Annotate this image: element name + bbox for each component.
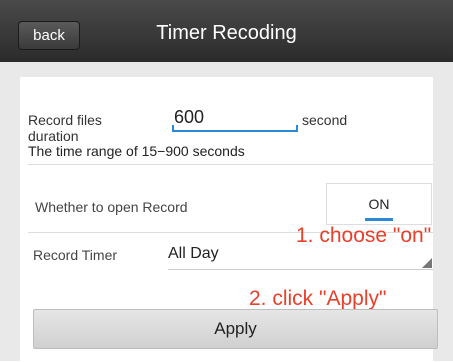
annotation-step2: 2. click "Apply" (249, 287, 387, 310)
dropdown-corner-icon[interactable] (422, 258, 432, 268)
page-title: Timer Recoding (156, 22, 297, 44)
settings-card: Record files duration 600 second The tim… (20, 77, 438, 362)
record-timer-select[interactable]: All Day (168, 245, 433, 269)
open-record-toggle[interactable]: ON (326, 183, 432, 225)
title-bar: back Timer Recoding (0, 0, 453, 62)
duration-label: Record files duration (28, 112, 102, 144)
divider (28, 164, 433, 165)
open-record-toggle-value: ON (368, 196, 390, 212)
toggle-indicator (365, 218, 393, 221)
duration-input-tick-left (172, 125, 174, 132)
content-area: Record files duration 600 second The tim… (0, 62, 453, 362)
apply-button[interactable]: Apply (33, 309, 438, 349)
range-hint: The time range of 15−900 seconds (28, 143, 245, 159)
record-timer-underline (168, 269, 433, 270)
record-timer-label: Record Timer (33, 247, 118, 263)
duration-unit: second (302, 112, 348, 128)
duration-input-underline (172, 130, 298, 132)
open-record-label: Whether to open Record (35, 199, 188, 215)
duration-input-tick-right (296, 125, 298, 132)
